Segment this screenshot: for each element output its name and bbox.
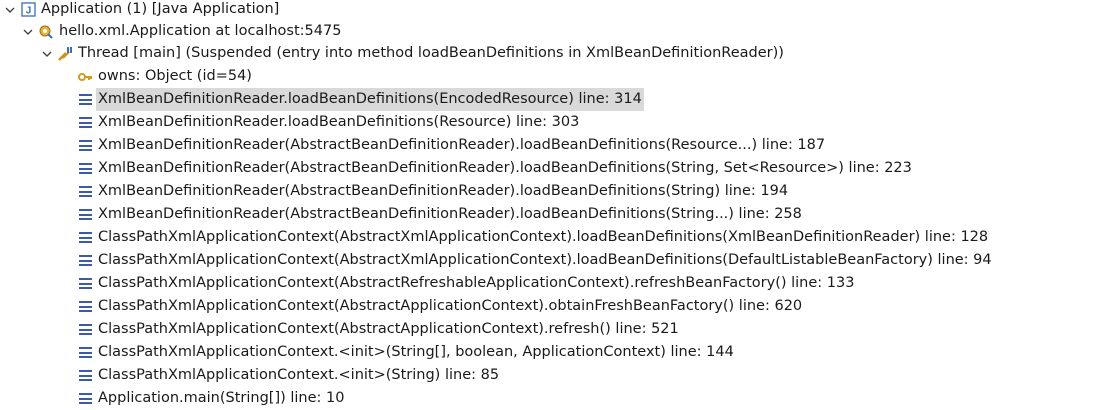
- debug-target-label: hello.xml.Application at localhost:5475: [59, 23, 342, 39]
- stack-frame[interactable]: XmlBeanDefinitionReader.loadBeanDefiniti…: [0, 111, 1098, 134]
- tree-node-application[interactable]: J Application (1) [Java Application]: [0, 0, 1098, 21]
- stack-frame-label: XmlBeanDefinitionReader(AbstractBeanDefi…: [98, 206, 802, 222]
- stack-frame[interactable]: ClassPathXmlApplicationContext.<init>(St…: [0, 341, 1098, 364]
- stack-frame-label: ClassPathXmlApplicationContext(AbstractA…: [98, 298, 803, 314]
- stack-frame[interactable]: ClassPathXmlApplicationContext(AbstractA…: [0, 295, 1098, 318]
- stack-frame[interactable]: ClassPathXmlApplicationContext(AbstractX…: [0, 226, 1098, 249]
- stack-frame-icon: [77, 391, 93, 407]
- stack-frame-icon: [77, 138, 93, 154]
- stack-frame-icon: [77, 161, 93, 177]
- chevron-down-icon[interactable]: [41, 42, 53, 65]
- owned-monitor-label: owns: Object (id=54): [98, 68, 252, 84]
- stack-frame-label: XmlBeanDefinitionReader(AbstractBeanDefi…: [98, 137, 826, 153]
- tree-node-owned-monitor[interactable]: owns: Object (id=54): [0, 65, 1098, 88]
- stack-frame[interactable]: XmlBeanDefinitionReader(AbstractBeanDefi…: [0, 180, 1098, 203]
- stack-frame[interactable]: XmlBeanDefinitionReader(AbstractBeanDefi…: [0, 203, 1098, 226]
- stack-frame-label: XmlBeanDefinitionReader.loadBeanDefiniti…: [98, 114, 580, 130]
- chevron-down-icon[interactable]: [22, 20, 34, 43]
- stack-frame-icon: [77, 368, 93, 384]
- stack-frame-icon: [77, 184, 93, 200]
- stack-frame-label: ClassPathXmlApplicationContext(AbstractX…: [98, 229, 989, 245]
- stack-frame-label: Application.main(String[]) line: 10: [98, 390, 345, 406]
- stack-frame[interactable]: ClassPathXmlApplicationContext(AbstractR…: [0, 272, 1098, 295]
- debug-call-stack-tree: J Application (1) [Java Application] hel…: [0, 0, 1098, 410]
- stack-frame-label: ClassPathXmlApplicationContext(AbstractR…: [98, 275, 855, 291]
- tree-node-debug-target[interactable]: hello.xml.Application at localhost:5475: [0, 20, 1098, 43]
- stack-frame[interactable]: XmlBeanDefinitionReader(AbstractBeanDefi…: [0, 157, 1098, 180]
- stack-frame[interactable]: Application.main(String[]) line: 10: [0, 387, 1098, 410]
- key-icon: [77, 69, 93, 85]
- stack-frame-icon: [77, 276, 93, 292]
- suspended-thread-icon: [57, 46, 73, 62]
- stack-frame[interactable]: ClassPathXmlApplicationContext(AbstractA…: [0, 318, 1098, 341]
- svg-text:J: J: [25, 6, 31, 17]
- debug-target-icon: [38, 24, 54, 40]
- stack-frame-icon: [77, 299, 93, 315]
- stack-frame-icon: [77, 345, 93, 361]
- chevron-down-icon[interactable]: [4, 0, 16, 21]
- stack-frame-label: XmlBeanDefinitionReader(AbstractBeanDefi…: [98, 160, 912, 176]
- stack-frame-label: XmlBeanDefinitionReader.loadBeanDefiniti…: [96, 88, 644, 111]
- stack-frame[interactable]: ClassPathXmlApplicationContext.<init>(St…: [0, 364, 1098, 387]
- stack-frame[interactable]: XmlBeanDefinitionReader(AbstractBeanDefi…: [0, 134, 1098, 157]
- stack-frame-label: ClassPathXmlApplicationContext(AbstractA…: [98, 321, 679, 337]
- stack-frame-icon: [77, 115, 93, 131]
- tree-node-thread-main[interactable]: Thread [main] (Suspended (entry into met…: [0, 42, 1098, 65]
- stack-frame-label: ClassPathXmlApplicationContext.<init>(St…: [98, 344, 734, 360]
- stack-frame-icon: [77, 92, 93, 108]
- stack-frame-label: ClassPathXmlApplicationContext.<init>(St…: [98, 367, 500, 383]
- stack-frame-icon: [77, 207, 93, 223]
- thread-label: Thread [main] (Suspended (entry into met…: [78, 45, 784, 61]
- stack-frame-icon: [77, 253, 93, 269]
- java-application-icon: J: [20, 2, 36, 18]
- stack-frame[interactable]: XmlBeanDefinitionReader.loadBeanDefiniti…: [0, 88, 1098, 111]
- stack-frame-label: ClassPathXmlApplicationContext(AbstractX…: [98, 252, 992, 268]
- stack-frame-icon: [77, 322, 93, 338]
- stack-frame-label: XmlBeanDefinitionReader(AbstractBeanDefi…: [98, 183, 789, 199]
- stack-frame[interactable]: ClassPathXmlApplicationContext(AbstractX…: [0, 249, 1098, 272]
- application-label: Application (1) [Java Application]: [41, 1, 280, 17]
- stack-frame-icon: [77, 230, 93, 246]
